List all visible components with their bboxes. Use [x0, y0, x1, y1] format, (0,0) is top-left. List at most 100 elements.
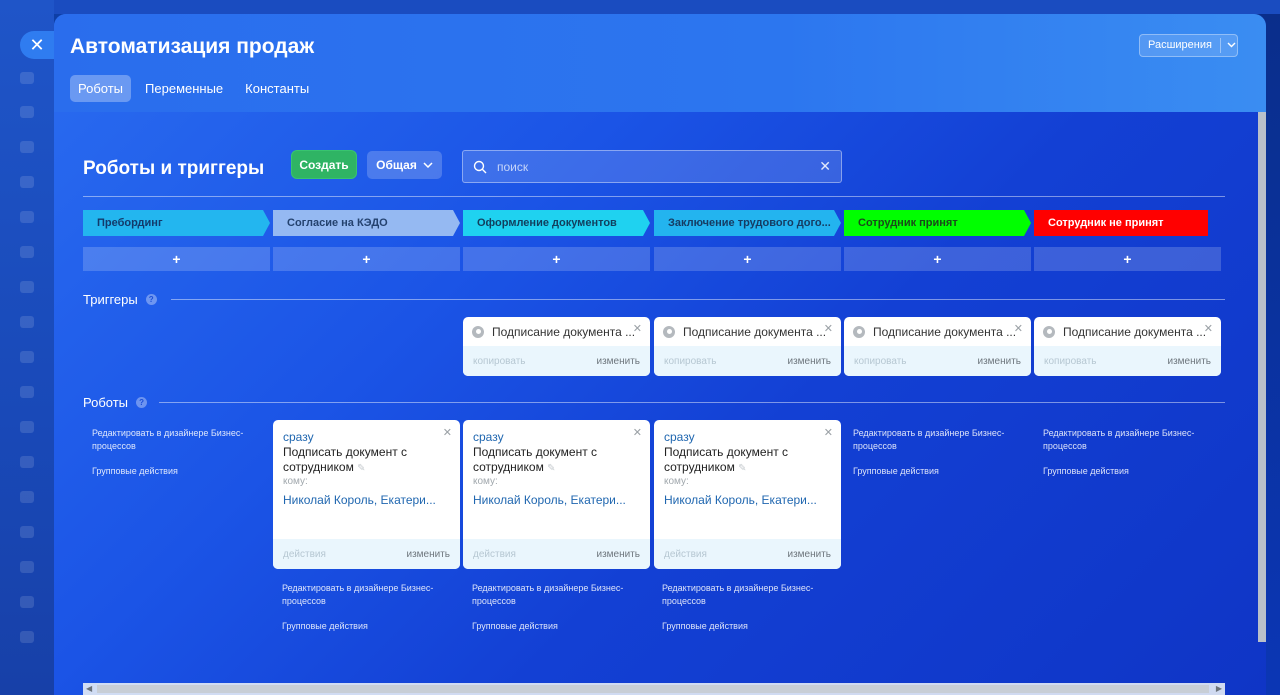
edit-in-designer-link[interactable]: Редактировать в дизайнере Бизнес-процесс…: [662, 582, 832, 608]
edit-robot-link[interactable]: изменить: [406, 549, 450, 560]
extensions-button[interactable]: Расширения: [1139, 34, 1238, 57]
help-icon[interactable]: ?: [136, 397, 148, 408]
header-divider: [83, 196, 1225, 197]
robot-card[interactable]: сразу ✕ Подписать документ с сотрудником…: [273, 420, 460, 569]
edit-trigger-link[interactable]: изменить: [1167, 356, 1211, 367]
robot-recipient-value[interactable]: Николай Король, Екатери...: [473, 493, 626, 507]
close-icon[interactable]: ✕: [824, 322, 833, 335]
section-title: Роботы и триггеры: [83, 158, 265, 179]
trigger-title: Подписание документа ...: [683, 324, 827, 339]
sidebar-icon: [20, 281, 34, 293]
tab-robots[interactable]: Роботы: [70, 75, 132, 102]
edit-in-designer-link[interactable]: Редактировать в дизайнере Бизнес-процесс…: [92, 427, 252, 453]
search-box: ✕: [462, 150, 842, 183]
group-actions-link[interactable]: Групповые действия: [662, 620, 748, 633]
robot-timing-link[interactable]: сразу: [473, 430, 504, 444]
edit-trigger-link[interactable]: изменить: [977, 356, 1021, 367]
close-icon[interactable]: ✕: [1014, 322, 1023, 335]
tab-constants[interactable]: Константы: [237, 75, 317, 102]
edit-robot-link[interactable]: изменить: [596, 549, 640, 560]
search-icon: [473, 160, 487, 173]
close-icon[interactable]: ✕: [443, 426, 452, 439]
tab-variables[interactable]: Переменные: [137, 75, 231, 102]
edit-trigger-link[interactable]: изменить: [596, 356, 640, 367]
robot-actions-link[interactable]: действия: [473, 549, 516, 560]
scrollbar-thumb[interactable]: [97, 685, 1209, 693]
stage-header[interactable]: Сотрудник не принят: [1034, 210, 1208, 236]
sidebar-icon: [20, 211, 34, 223]
robot-actions-link[interactable]: действия: [664, 549, 707, 560]
stage-header[interactable]: Сотрудник принят: [844, 210, 1031, 236]
robot-recipient-value[interactable]: Николай Король, Екатери...: [664, 493, 817, 507]
group-actions-link[interactable]: Групповые действия: [92, 465, 178, 478]
group-actions-link[interactable]: Групповые действия: [1043, 465, 1129, 478]
sidebar-icon: [20, 596, 34, 608]
help-icon[interactable]: ?: [145, 294, 157, 305]
scroll-left-icon[interactable]: ◀: [86, 684, 92, 693]
add-stage-robot-button[interactable]: +: [654, 247, 841, 271]
triggers-label: Триггеры: [83, 292, 138, 307]
copy-trigger-link[interactable]: копировать: [854, 356, 907, 367]
robot-title: Подписать документ с сотрудником: [283, 445, 408, 474]
pencil-icon[interactable]: ✎: [547, 463, 555, 474]
close-icon[interactable]: ✕: [633, 322, 642, 335]
horizontal-scrollbar[interactable]: ◀ ▶: [83, 683, 1225, 695]
stage-header[interactable]: Пребординг: [83, 210, 270, 236]
group-actions-link[interactable]: Групповые действия: [282, 620, 368, 633]
copy-trigger-link[interactable]: копировать: [1044, 356, 1097, 367]
robot-actions-link[interactable]: действия: [283, 549, 326, 560]
close-icon[interactable]: ✕: [633, 426, 642, 439]
vertical-scrollbar[interactable]: [1258, 112, 1266, 642]
stage-header[interactable]: Согласие на КЭДО: [273, 210, 460, 236]
stage-header[interactable]: Заключение трудового дого...: [654, 210, 841, 236]
group-actions-link[interactable]: Групповые действия: [472, 620, 558, 633]
add-stage-robot-button[interactable]: +: [273, 247, 460, 271]
add-stage-robot-button[interactable]: +: [844, 247, 1031, 271]
scroll-right-icon[interactable]: ▶: [1216, 684, 1222, 693]
robot-recipient-value[interactable]: Николай Король, Екатери...: [283, 493, 436, 507]
edit-in-designer-link[interactable]: Редактировать в дизайнере Бизнес-процесс…: [282, 582, 452, 608]
pencil-icon[interactable]: ✎: [738, 463, 746, 474]
sidebar-icon: [20, 631, 34, 643]
search-input[interactable]: [487, 159, 820, 174]
triggers-row-label: Триггеры ?: [83, 292, 157, 307]
edit-in-designer-link[interactable]: Редактировать в дизайнере Бизнес-процесс…: [1043, 427, 1203, 453]
stage-name: Сотрудник не принят: [1048, 217, 1164, 229]
chevron-down-icon[interactable]: [1221, 40, 1236, 51]
copy-trigger-link[interactable]: копировать: [473, 356, 526, 367]
create-button[interactable]: Создать: [291, 150, 357, 179]
trigger-card[interactable]: Подписание документа ... ✕ копировать изм…: [654, 317, 841, 376]
copy-trigger-link[interactable]: копировать: [664, 356, 717, 367]
pencil-icon[interactable]: ✎: [357, 463, 365, 474]
stage-name: Оформление документов: [477, 217, 617, 229]
robot-title: Подписать документ с сотрудником: [664, 445, 789, 474]
add-stage-robot-button[interactable]: +: [1034, 247, 1221, 271]
robot-recipient-label: кому:: [473, 476, 498, 487]
close-slider-button[interactable]: ✕: [20, 31, 54, 59]
sidebar-icon: [20, 141, 34, 153]
stage-name: Согласие на КЭДО: [287, 217, 388, 229]
edit-in-designer-link[interactable]: Редактировать в дизайнере Бизнес-процесс…: [472, 582, 642, 608]
common-dropdown[interactable]: Общая: [367, 151, 442, 179]
edit-trigger-link[interactable]: изменить: [787, 356, 831, 367]
edit-robot-link[interactable]: изменить: [787, 549, 831, 560]
close-icon[interactable]: ✕: [1204, 322, 1213, 335]
trigger-card[interactable]: Подписание документа ... ✕ копировать изм…: [1034, 317, 1221, 376]
add-stage-robot-button[interactable]: +: [83, 247, 270, 271]
robot-timing-link[interactable]: сразу: [283, 430, 314, 444]
robots-label: Роботы: [83, 395, 129, 410]
clear-search-icon[interactable]: ✕: [819, 158, 831, 175]
trigger-card[interactable]: Подписание документа ... ✕ копировать изм…: [844, 317, 1031, 376]
edit-in-designer-link[interactable]: Редактировать в дизайнере Бизнес-процесс…: [853, 427, 1013, 453]
robot-timing-link[interactable]: сразу: [664, 430, 695, 444]
close-icon[interactable]: ✕: [824, 426, 833, 439]
add-stage-robot-button[interactable]: +: [463, 247, 650, 271]
trigger-card[interactable]: Подписание документа ... ✕ копировать изм…: [463, 317, 650, 376]
stage-header[interactable]: Оформление документов: [463, 210, 650, 236]
robot-card[interactable]: сразу ✕ Подписать документ с сотрудником…: [463, 420, 650, 569]
robot-card[interactable]: сразу ✕ Подписать документ с сотрудником…: [654, 420, 841, 569]
group-actions-link[interactable]: Групповые действия: [853, 465, 939, 478]
trigger-title: Подписание документа ...: [492, 324, 636, 339]
trigger-title: Подписание документа ...: [1063, 324, 1207, 339]
trigger-icon: [1043, 325, 1055, 338]
